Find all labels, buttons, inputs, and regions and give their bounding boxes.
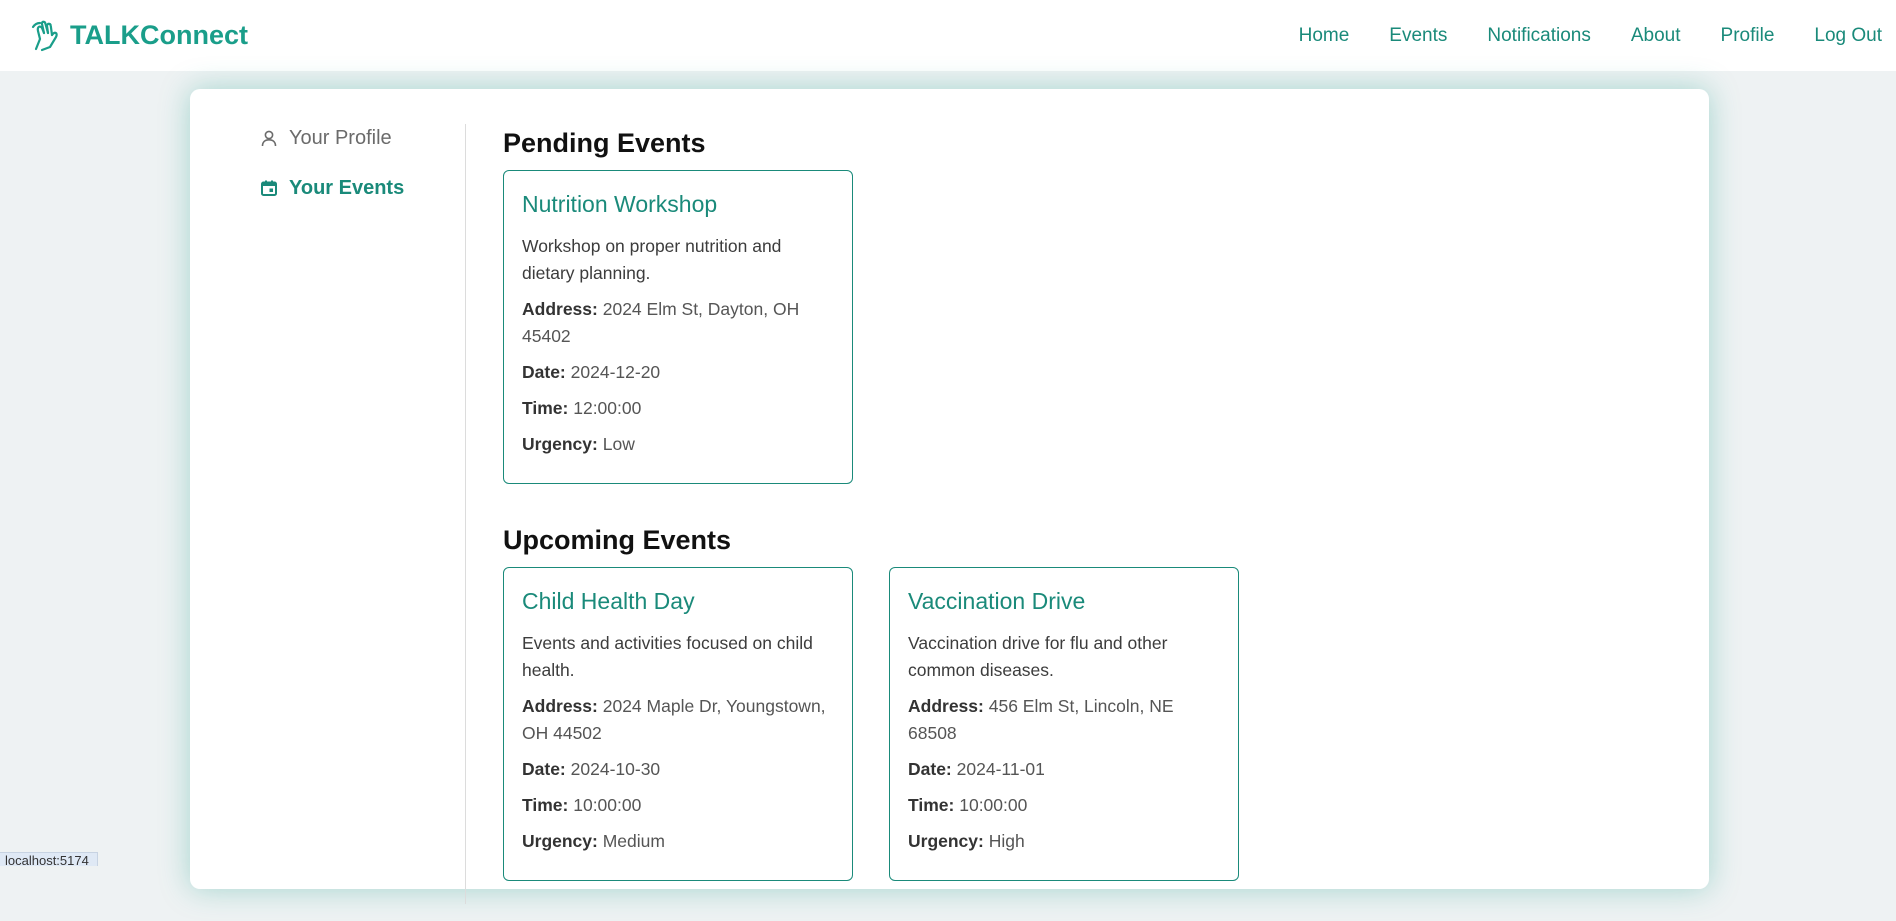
upcoming-events-list: Child Health Day Events and activities f…	[503, 567, 1653, 881]
events-content: Pending Events Nutrition Workshop Worksh…	[503, 127, 1653, 921]
time-value: 10:00:00	[959, 795, 1028, 815]
time-value: 10:00:00	[573, 795, 642, 815]
urgency-label: Urgency:	[522, 434, 598, 454]
event-description: Events and activities focused on child h…	[522, 633, 813, 680]
hand-logo-icon	[30, 19, 62, 53]
date-label: Date:	[522, 362, 566, 382]
event-card[interactable]: Child Health Day Events and activities f…	[503, 567, 853, 881]
user-icon	[260, 129, 278, 147]
event-time: Time: 12:00:00	[522, 395, 834, 422]
event-description: Vaccination drive for flu and other comm…	[908, 633, 1168, 680]
date-value: 2024-11-01	[956, 759, 1045, 779]
event-card[interactable]: Vaccination Drive Vaccination drive for …	[889, 567, 1239, 881]
sidebar-item-your-profile[interactable]: Your Profile	[260, 124, 455, 152]
time-value: 12:00:00	[573, 398, 642, 418]
nav-link-notifications[interactable]: Notifications	[1487, 25, 1591, 47]
upcoming-events-heading: Upcoming Events	[503, 525, 732, 555]
event-date: Date: 2024-10-30	[522, 756, 834, 783]
pending-events-list: Nutrition Workshop Workshop on proper nu…	[503, 170, 1653, 484]
time-label: Time:	[522, 398, 569, 418]
event-urgency: Urgency: High	[908, 828, 1220, 855]
urgency-value: Low	[602, 434, 635, 454]
address-label: Address:	[522, 696, 598, 716]
sidebar-divider	[465, 124, 466, 904]
urgency-value: High	[988, 831, 1025, 851]
urgency-value: Medium	[602, 831, 665, 851]
sidebar: Your Profile Your Events	[260, 124, 455, 224]
nav-link-about[interactable]: About	[1631, 25, 1681, 47]
event-urgency: Urgency: Medium	[522, 828, 834, 855]
event-address: Address: 2024 Elm St, Dayton, OH 45402	[522, 296, 834, 350]
sidebar-item-label: Your Profile	[289, 126, 392, 149]
address-label: Address:	[522, 299, 598, 319]
nav-links: Home Events Notifications About Profile …	[1259, 25, 1882, 47]
date-value: 2024-10-30	[570, 759, 661, 779]
event-address: Address: 456 Elm St, Lincoln, NE 68508	[908, 693, 1220, 747]
link-status-bar: localhost:5174	[0, 852, 98, 866]
time-label: Time:	[908, 795, 955, 815]
event-time: Time: 10:00:00	[908, 792, 1220, 819]
event-title[interactable]: Nutrition Workshop	[522, 189, 834, 219]
brand-logo-link[interactable]: TALKConnect	[30, 19, 248, 53]
nav-link-profile[interactable]: Profile	[1721, 25, 1775, 47]
event-card[interactable]: Nutrition Workshop Workshop on proper nu…	[503, 170, 853, 484]
time-label: Time:	[522, 795, 569, 815]
calendar-icon	[260, 179, 278, 197]
event-address: Address: 2024 Maple Dr, Youngstown, OH 4…	[522, 693, 834, 747]
event-time: Time: 10:00:00	[522, 792, 834, 819]
date-label: Date:	[522, 759, 566, 779]
main-panel: Your Profile Your Events Pending Events …	[190, 89, 1709, 904]
nav-link-home[interactable]: Home	[1299, 25, 1350, 47]
nav-link-logout[interactable]: Log Out	[1814, 25, 1882, 47]
event-title[interactable]: Vaccination Drive	[908, 586, 1220, 616]
urgency-label: Urgency:	[522, 831, 598, 851]
brand-name: TALKConnect	[70, 20, 248, 50]
sidebar-item-label: Your Events	[289, 176, 405, 199]
urgency-label: Urgency:	[908, 831, 984, 851]
event-description: Workshop on proper nutrition and dietary…	[522, 236, 782, 283]
event-title[interactable]: Child Health Day	[522, 586, 834, 616]
date-label: Date:	[908, 759, 952, 779]
date-value: 2024-12-20	[570, 362, 661, 382]
nav-link-events[interactable]: Events	[1389, 25, 1447, 47]
address-label: Address:	[908, 696, 984, 716]
event-date: Date: 2024-11-01	[908, 756, 1220, 783]
top-navbar: TALKConnect Home Events Notifications Ab…	[0, 0, 1896, 71]
event-urgency: Urgency: Low	[522, 431, 834, 458]
pending-events-heading: Pending Events	[503, 128, 706, 158]
sidebar-item-your-events[interactable]: Your Events	[260, 174, 455, 202]
event-date: Date: 2024-12-20	[522, 359, 834, 386]
